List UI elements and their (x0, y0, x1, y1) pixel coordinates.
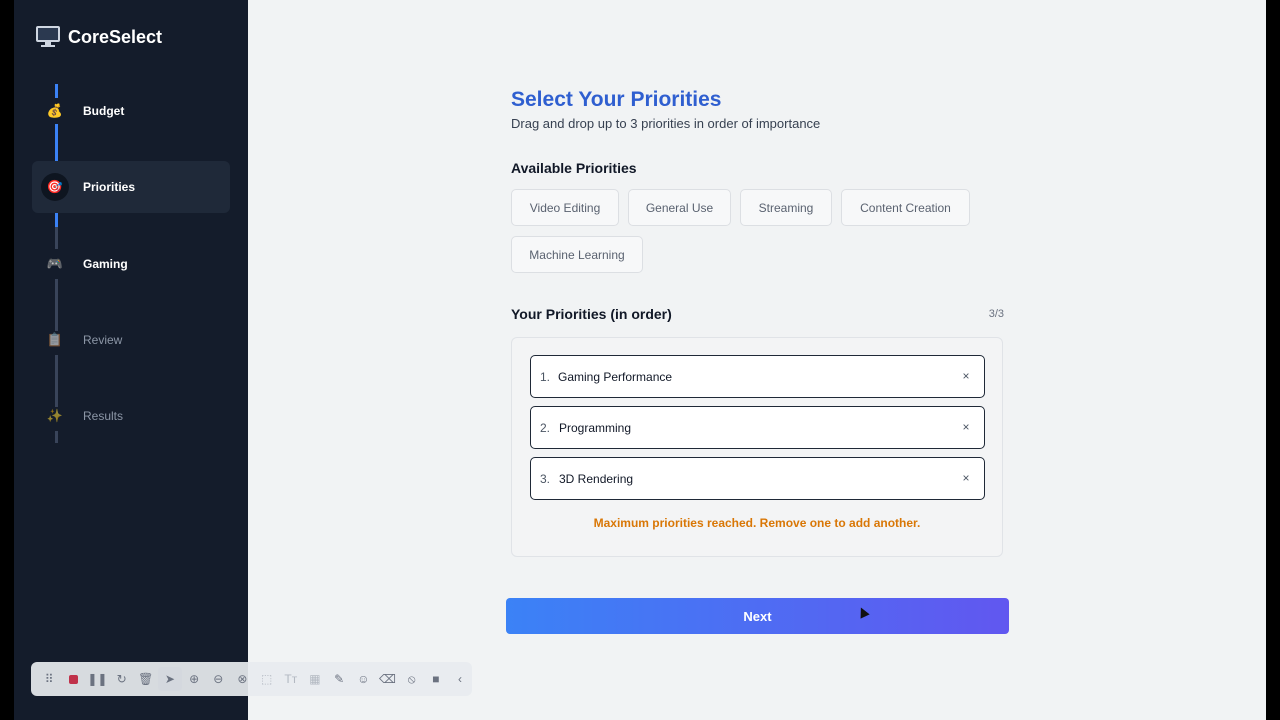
eraser-icon[interactable]: ⌫ (375, 667, 399, 691)
available-priorities-heading: Available Priorities (511, 160, 637, 176)
priority-chip-machine-learning[interactable]: Machine Learning (511, 236, 643, 273)
brand: CoreSelect (36, 26, 162, 48)
sidebar-step-priorities[interactable]: 🎯 Priorities (32, 161, 230, 213)
step-label: Review (83, 333, 123, 347)
sidebar-step-results[interactable]: ✨ Results (32, 390, 230, 442)
priority-chip-general-use[interactable]: General Use (628, 189, 731, 226)
selected-priority-item[interactable]: 2. Programming × (530, 406, 985, 449)
letterbox-left (0, 0, 14, 720)
remove-priority-button[interactable]: × (958, 419, 974, 435)
clipboard-icon: 📋 (46, 332, 64, 347)
sparkles-icon: ✨ (46, 408, 64, 423)
zoom-out-icon[interactable]: ⊖ (206, 667, 230, 691)
money-bag-icon: 💰 (46, 103, 64, 118)
record-stop-icon[interactable] (61, 667, 85, 691)
max-priorities-warning: Maximum priorities reached. Remove one t… (593, 516, 921, 530)
pause-icon[interactable]: ❚❚ (85, 667, 109, 691)
recorder-toolbar: ⠿ ❚❚ ↻ 🗑 ➤ ⊕ ⊖ ⊗ ⬚ Tт ▦ ✎ ☺ ⌫ ⦸ ■ ‹ (31, 662, 472, 696)
sidebar-step-gaming[interactable]: 🎮 Gaming (32, 238, 230, 290)
collapse-icon[interactable]: ‹ (448, 667, 472, 691)
select-region-icon[interactable]: ⬚ (255, 667, 279, 691)
priority-rank: 3. (540, 471, 551, 486)
remove-priority-button[interactable]: × (958, 470, 974, 486)
sidebar-step-review[interactable]: 📋 Review (32, 314, 230, 366)
camera-icon[interactable]: ■ (424, 667, 448, 691)
priority-name: Gaming Performance (558, 369, 673, 384)
drag-handle-icon[interactable]: ⠿ (37, 667, 61, 691)
priority-name: Programming (559, 420, 632, 435)
restart-icon[interactable]: ↻ (110, 667, 134, 691)
priority-rank: 1. (540, 369, 551, 384)
trash-icon[interactable]: 🗑 (134, 667, 158, 691)
step-label: Priorities (83, 180, 136, 194)
pin-off-icon[interactable]: ⦸ (400, 667, 424, 691)
priority-counter: 3/3 (988, 308, 1004, 320)
step-label: Gaming (83, 257, 128, 271)
selected-priority-item[interactable]: 1. Gaming Performance × (530, 355, 985, 398)
priority-name: 3D Rendering (559, 471, 634, 486)
page-title: Select Your Priorities (511, 88, 722, 111)
next-button[interactable]: Next (506, 598, 1009, 634)
page-subtitle: Drag and drop up to 3 priorities in orde… (511, 116, 821, 131)
selected-priority-item[interactable]: 3. 3D Rendering × (530, 457, 985, 500)
sidebar-step-budget[interactable]: 💰 Budget (32, 85, 230, 137)
magic-pen-icon[interactable]: ✎ (327, 667, 351, 691)
gamepad-icon: 🎮 (46, 256, 64, 271)
target-icon: 🎯 (41, 173, 69, 201)
step-label: Budget (83, 104, 125, 118)
zoom-in-icon[interactable]: ⊕ (182, 667, 206, 691)
your-priorities-heading: Your Priorities (in order) (511, 306, 672, 322)
crop-zoom-icon[interactable]: ⊗ (230, 667, 254, 691)
priority-chip-content-creation[interactable]: Content Creation (841, 189, 970, 226)
monitor-icon (36, 26, 60, 48)
app-title: CoreSelect (68, 26, 163, 47)
pointer-icon[interactable]: ➤ (157, 667, 183, 691)
progress-track-current (55, 213, 58, 227)
letterbox-right (1266, 0, 1280, 720)
emoji-icon[interactable]: ☺ (351, 667, 375, 691)
blur-icon[interactable]: ▦ (303, 667, 327, 691)
priority-chip-streaming[interactable]: Streaming (740, 189, 832, 226)
priority-chip-video-editing[interactable]: Video Editing (511, 189, 619, 226)
step-label: Results (83, 409, 124, 423)
sidebar: CoreSelect 💰 Budget 🎯 Priorities 🎮 Gamin… (14, 0, 248, 720)
priority-rank: 2. (540, 420, 551, 435)
remove-priority-button[interactable]: × (958, 368, 974, 384)
text-icon[interactable]: Tт (279, 667, 303, 691)
